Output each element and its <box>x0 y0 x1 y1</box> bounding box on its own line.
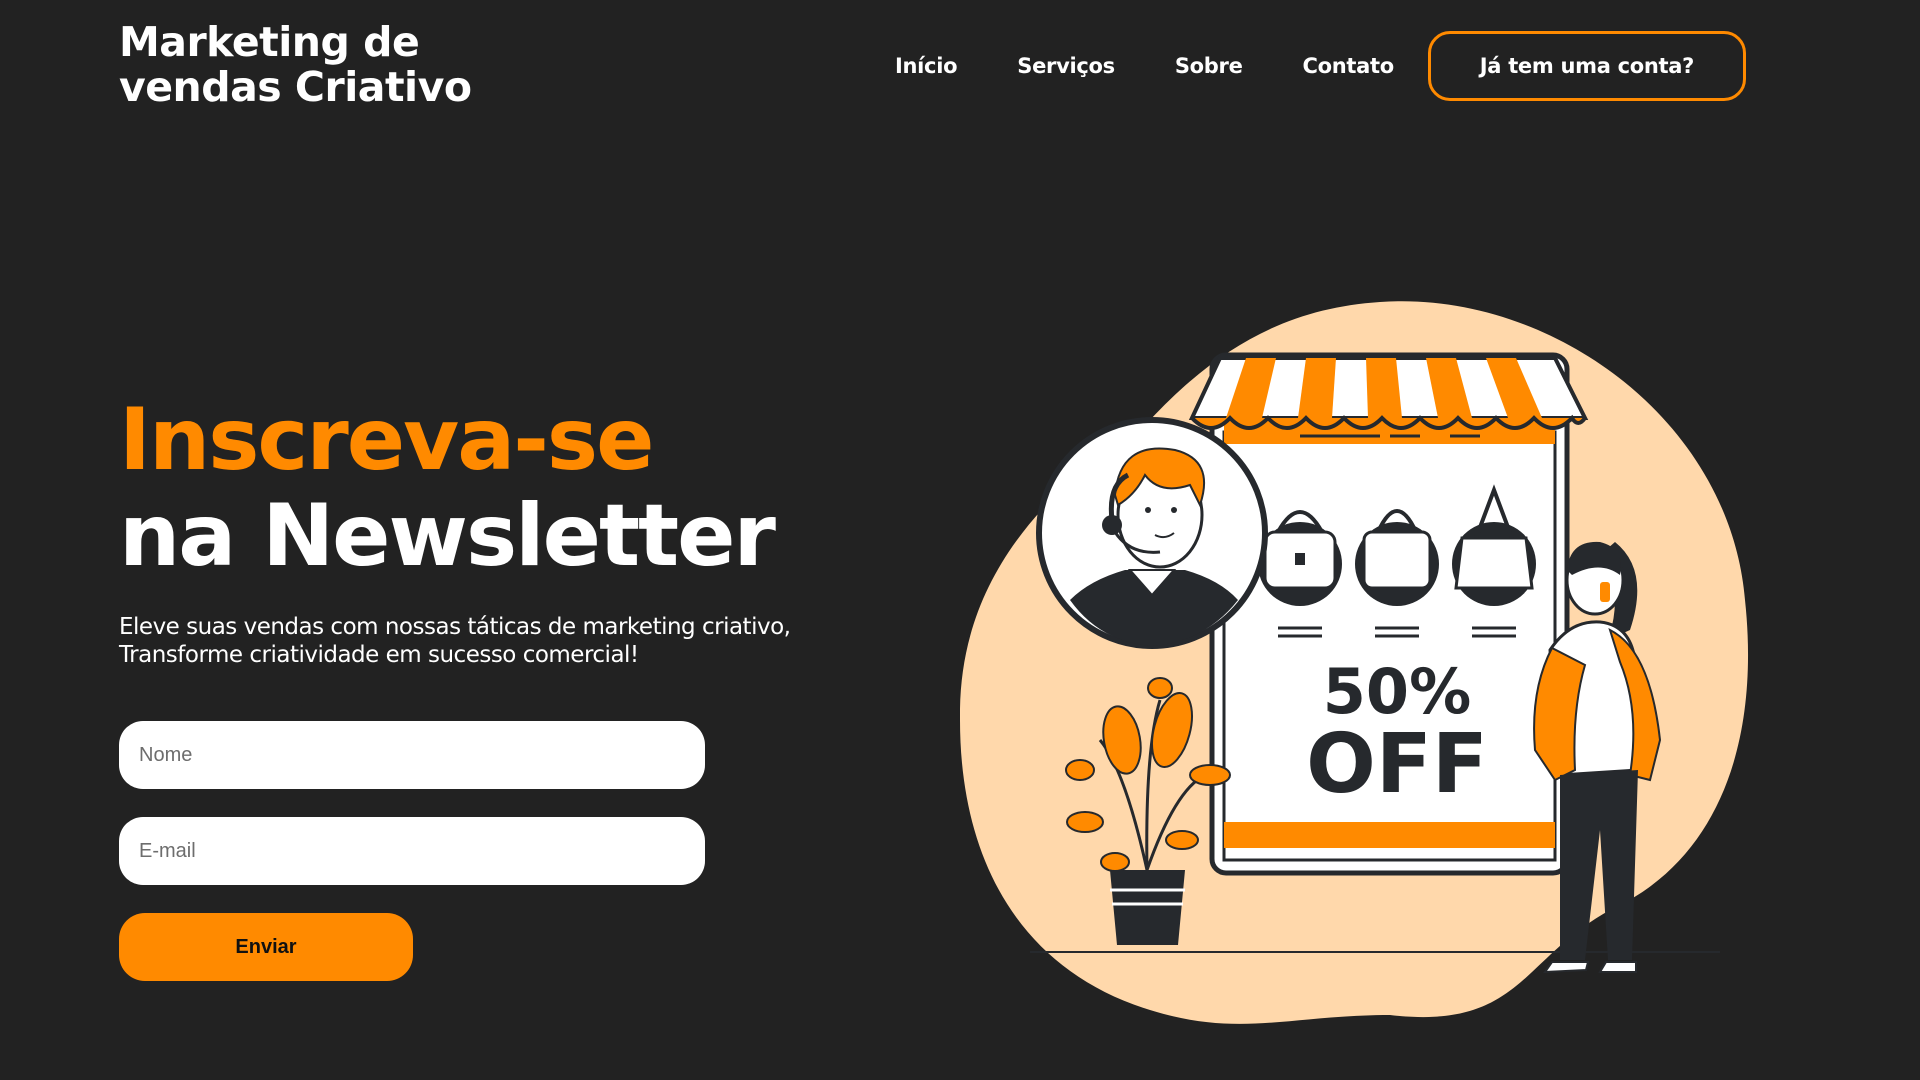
main-nav: Início Serviços Sobre Contato Já tem uma… <box>895 31 1746 101</box>
logo-line-2: vendas Criativo <box>119 63 472 111</box>
nav-link-servicos[interactable]: Serviços <box>1017 54 1115 78</box>
hero-subtitle-line-2: Transforme criatividade em sucesso comer… <box>119 642 639 668</box>
nav-link-inicio[interactable]: Início <box>895 54 958 78</box>
support-agent-avatar-icon <box>1036 417 1268 649</box>
logo-line-1: Marketing de <box>119 18 420 66</box>
submit-button[interactable]: Enviar <box>119 913 413 981</box>
discount-off: OFF <box>1306 717 1488 812</box>
email-input[interactable] <box>119 817 705 885</box>
hero-subtitle-line-1: Eleve suas vendas com nossas táticas de … <box>119 614 791 640</box>
hero-title-rest: na Newsletter <box>119 486 776 586</box>
logo[interactable]: Marketing de vendas Criativo <box>119 20 472 110</box>
hero-title: Inscreva-se na Newsletter <box>119 390 776 586</box>
login-button[interactable]: Já tem uma conta? <box>1427 31 1746 101</box>
shop-sale-illustration: 50% OFF <box>960 301 1748 1024</box>
name-input[interactable] <box>119 721 705 789</box>
awning-icon <box>1188 356 1589 430</box>
nav-link-sobre[interactable]: Sobre <box>1175 54 1243 78</box>
hero-subtitle: Eleve suas vendas com nossas táticas de … <box>119 613 879 669</box>
nav-link-contato[interactable]: Contato <box>1303 54 1395 78</box>
hero-title-highlight: Inscreva-se <box>119 390 654 490</box>
newsletter-page: Marketing de vendas Criativo Início Serv… <box>0 0 1920 1080</box>
